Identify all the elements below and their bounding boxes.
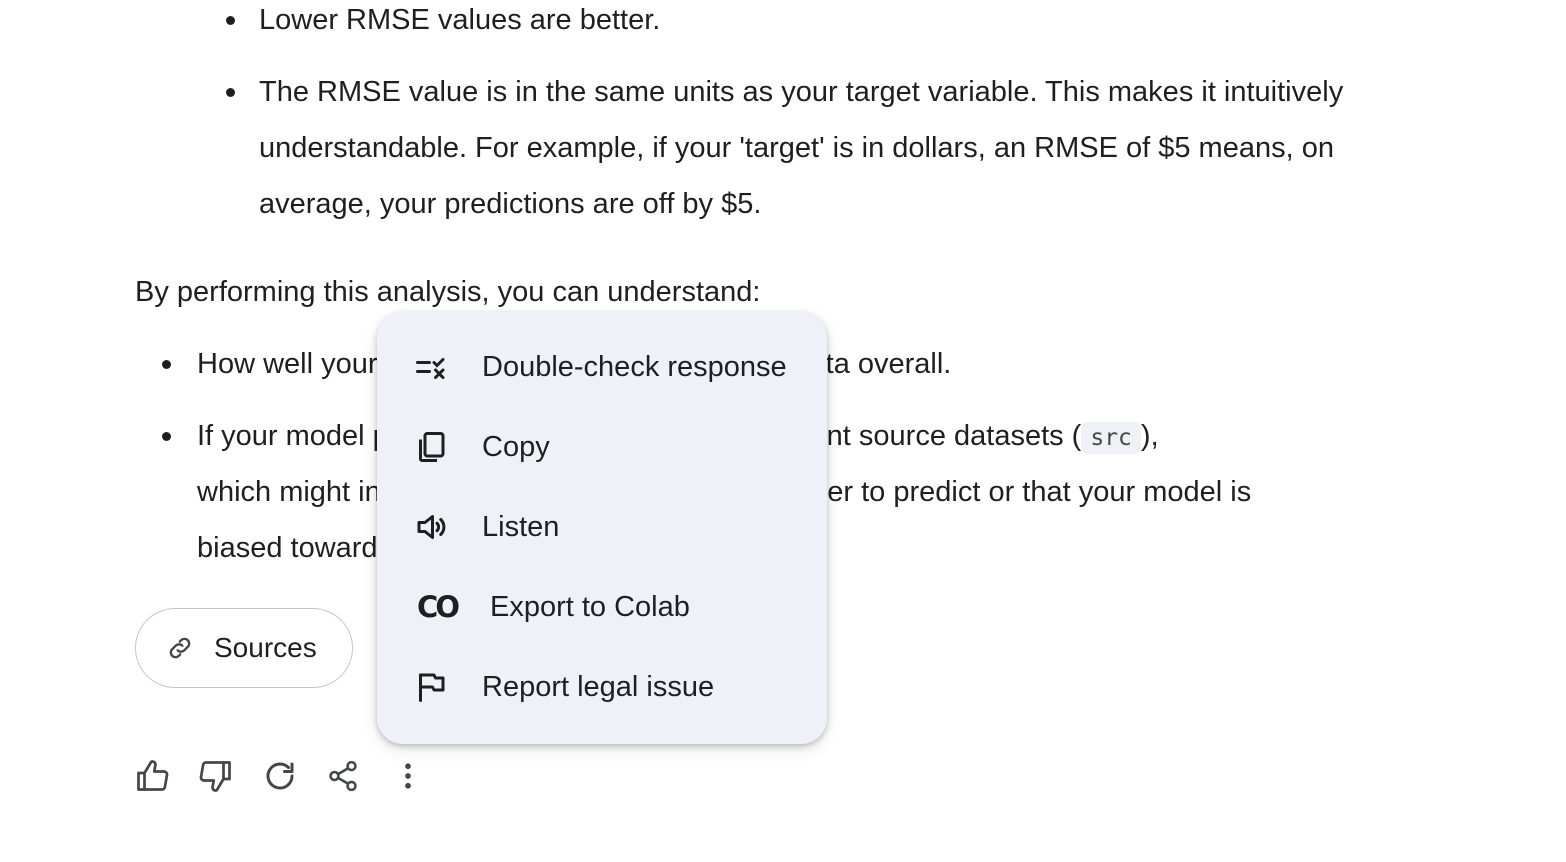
bullet-dot [226, 88, 235, 97]
menu-item-report-legal[interactable]: Report legal issue [377, 647, 827, 727]
menu-item-listen[interactable]: Listen [377, 487, 827, 567]
list-item-text-part: ), [1140, 420, 1159, 452]
share-icon[interactable] [325, 758, 361, 794]
bullet-dot [162, 432, 171, 441]
thumb-down-icon[interactable] [198, 758, 234, 794]
bullet-dot [226, 16, 235, 25]
menu-item-label: Double-check response [482, 350, 787, 383]
flag-icon [411, 667, 451, 707]
list-item-text: The RMSE value is in the same units as y… [259, 76, 1344, 108]
redo-icon[interactable] [262, 758, 298, 794]
menu-item-label: Copy [482, 430, 550, 463]
speaker-icon [411, 507, 451, 547]
thumb-up-icon[interactable] [134, 758, 170, 794]
link-icon [166, 634, 194, 662]
bullet-dot [162, 360, 171, 369]
list-item-text: average, your predictions are off by $5. [259, 188, 762, 220]
menu-item-label: Listen [482, 510, 560, 543]
list-item-text: Lower RMSE values are better. [259, 4, 661, 36]
colab-glyph: CO [417, 590, 460, 624]
list-item-text: understandable. For example, if your 'ta… [259, 132, 1334, 164]
more-options-menu: Double-check response Copy Listen CO Exp… [377, 312, 827, 744]
sources-button[interactable]: Sources [135, 608, 353, 688]
more-vert-icon[interactable] [390, 758, 426, 794]
copy-icon [411, 427, 451, 467]
colab-icon: CO [413, 587, 461, 627]
sources-button-label: Sources [214, 632, 317, 663]
menu-item-double-check[interactable]: Double-check response [377, 327, 827, 407]
menu-item-label: Report legal issue [482, 670, 715, 703]
double-check-icon [411, 347, 451, 387]
menu-item-export-colab[interactable]: CO Export to Colab [377, 567, 827, 647]
menu-item-copy[interactable]: Copy [377, 407, 827, 487]
inline-code: src [1081, 422, 1141, 454]
menu-item-label: Export to Colab [490, 590, 690, 623]
